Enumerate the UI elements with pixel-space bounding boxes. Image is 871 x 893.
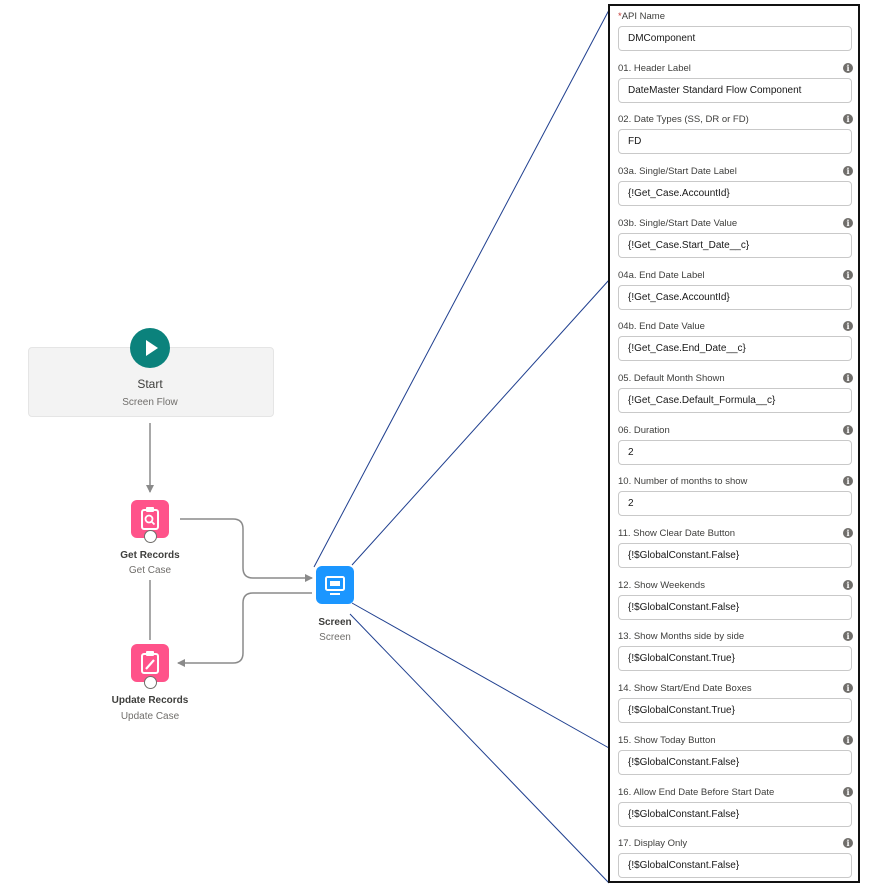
property-input[interactable]: {!$GlobalConstant.False}	[618, 594, 852, 620]
property-label-text: 16. Allow End Date Before Start Date	[618, 786, 775, 798]
property-label: 17. Display Only	[618, 838, 687, 849]
property-label-text: 04b. End Date Value	[618, 321, 705, 333]
property-input[interactable]: {!$GlobalConstant.False}	[618, 853, 852, 879]
info-icon[interactable]: i	[843, 734, 853, 745]
property-label: 05. Default Month Shown	[618, 373, 725, 384]
property-label-text: 01. Header Label	[618, 62, 691, 74]
info-icon[interactable]: i	[843, 166, 853, 177]
play-icon[interactable]	[130, 328, 170, 368]
property-input[interactable]: {!$GlobalConstant.False}	[618, 749, 852, 775]
flow-builder-canvas: Start Screen Flow Get Records Get Case U…	[0, 0, 871, 893]
info-icon[interactable]: i	[843, 579, 853, 590]
info-icon[interactable]: i	[843, 269, 853, 280]
info-icon[interactable]: i	[843, 217, 853, 228]
callout-line	[351, 279, 610, 566]
node-connector-handle[interactable]	[144, 530, 157, 543]
property-label-text: 17. Display Only	[618, 838, 688, 850]
property-label-text: 15. Show Today Button	[618, 734, 716, 746]
property-input[interactable]: FD	[618, 129, 852, 155]
property-label: 11. Show Clear Date Button	[618, 528, 735, 539]
callout-line	[313, 9, 610, 568]
property-label: 04b. End Date Value	[618, 321, 705, 332]
property-label-text: 04a. End Date Label	[618, 269, 705, 281]
property-input[interactable]: {!Get_Case.AccountId}	[618, 284, 852, 310]
screen-subtitle: Screen	[319, 632, 351, 643]
update-records-subtitle: Update Case	[120, 711, 180, 722]
info-icon[interactable]: i	[843, 476, 853, 487]
property-label-text: 05. Default Month Shown	[618, 372, 725, 384]
property-input[interactable]: DateMaster Standard Flow Component	[618, 77, 852, 103]
start-title: Start	[137, 377, 163, 391]
property-label: *API Name	[618, 11, 665, 22]
property-label-text: 02. Date Types (SS, DR or FD)	[618, 114, 749, 126]
callout-line	[349, 613, 610, 884]
property-label: 03a. Single/Start Date Label	[618, 166, 737, 177]
property-label-text: 03b. Single/Start Date Value	[618, 217, 738, 229]
info-icon[interactable]: i	[843, 321, 853, 332]
property-input[interactable]: {!Get_Case.AccountId}	[618, 181, 852, 207]
property-input[interactable]: {!Get_Case.End_Date__c}	[618, 336, 852, 362]
property-input[interactable]: 2	[618, 491, 852, 517]
property-label: 13. Show Months side by side	[618, 631, 744, 642]
info-icon[interactable]: i	[843, 528, 853, 538]
info-icon[interactable]: i	[843, 424, 853, 435]
property-label-text: 06. Duration	[618, 424, 670, 436]
property-label: 06. Duration	[618, 425, 670, 436]
property-input[interactable]: {!$GlobalConstant.True}	[618, 646, 852, 672]
info-icon[interactable]: i	[843, 372, 853, 383]
info-icon[interactable]: i	[843, 114, 853, 125]
start-subtitle: Screen Flow	[122, 397, 178, 408]
property-label: 16. Allow End Date Before Start Date	[618, 787, 774, 798]
property-input[interactable]: {!$GlobalConstant.True}	[618, 698, 852, 724]
property-label: 15. Show Today Button	[618, 735, 716, 746]
property-label: 12. Show Weekends	[618, 580, 705, 591]
connector-screen-to-update	[177, 592, 312, 667]
property-label: 03b. Single/Start Date Value	[618, 218, 737, 229]
property-label-text: API Name	[621, 11, 665, 22]
property-input[interactable]: {!$GlobalConstant.False}	[618, 543, 852, 568]
get-records-title: Get Records	[120, 550, 180, 561]
node-connector-handle[interactable]	[144, 676, 157, 689]
property-label-text: 10. Number of months to show	[618, 476, 748, 488]
screen-node[interactable]	[316, 566, 354, 604]
property-input[interactable]: {!Get_Case.Start_Date__c}	[618, 232, 852, 258]
property-label-text: 13. Show Months side by side	[618, 631, 745, 643]
property-label: 04a. End Date Label	[618, 270, 705, 281]
property-label: 10. Number of months to show	[618, 476, 747, 487]
screen-title: Screen	[318, 617, 352, 628]
info-icon[interactable]: i	[843, 838, 853, 849]
update-records-title: Update Records	[111, 695, 189, 706]
get-records-subtitle: Get Case	[128, 565, 172, 576]
property-input[interactable]: DMComponent	[618, 26, 852, 51]
property-label: 01. Header Label	[618, 63, 691, 74]
property-label-text: 12. Show Weekends	[618, 579, 705, 591]
property-input[interactable]: {!$GlobalConstant.False}	[618, 801, 852, 827]
property-input[interactable]: {!Get_Case.Default_Formula__c}	[618, 387, 852, 413]
info-icon[interactable]: i	[843, 62, 853, 73]
property-input[interactable]: 2	[618, 439, 852, 465]
property-label-text: 14. Show Start/End Date Boxes	[618, 683, 752, 695]
property-label-text: 03a. Single/Start Date Label	[618, 166, 737, 178]
property-label: 14. Show Start/End Date Boxes	[618, 683, 752, 694]
property-label: 02. Date Types (SS, DR or FD)	[618, 114, 749, 125]
info-icon[interactable]: i	[843, 786, 853, 797]
callout-line	[351, 602, 610, 749]
info-icon[interactable]: i	[843, 683, 853, 694]
property-label-text: 11. Show Clear Date Button	[618, 528, 736, 539]
monitor-icon	[325, 576, 345, 595]
info-icon[interactable]: i	[843, 631, 853, 642]
screen-component-properties-panel: *API Name DMComponent 01. Header Label i Dat…	[608, 4, 860, 883]
